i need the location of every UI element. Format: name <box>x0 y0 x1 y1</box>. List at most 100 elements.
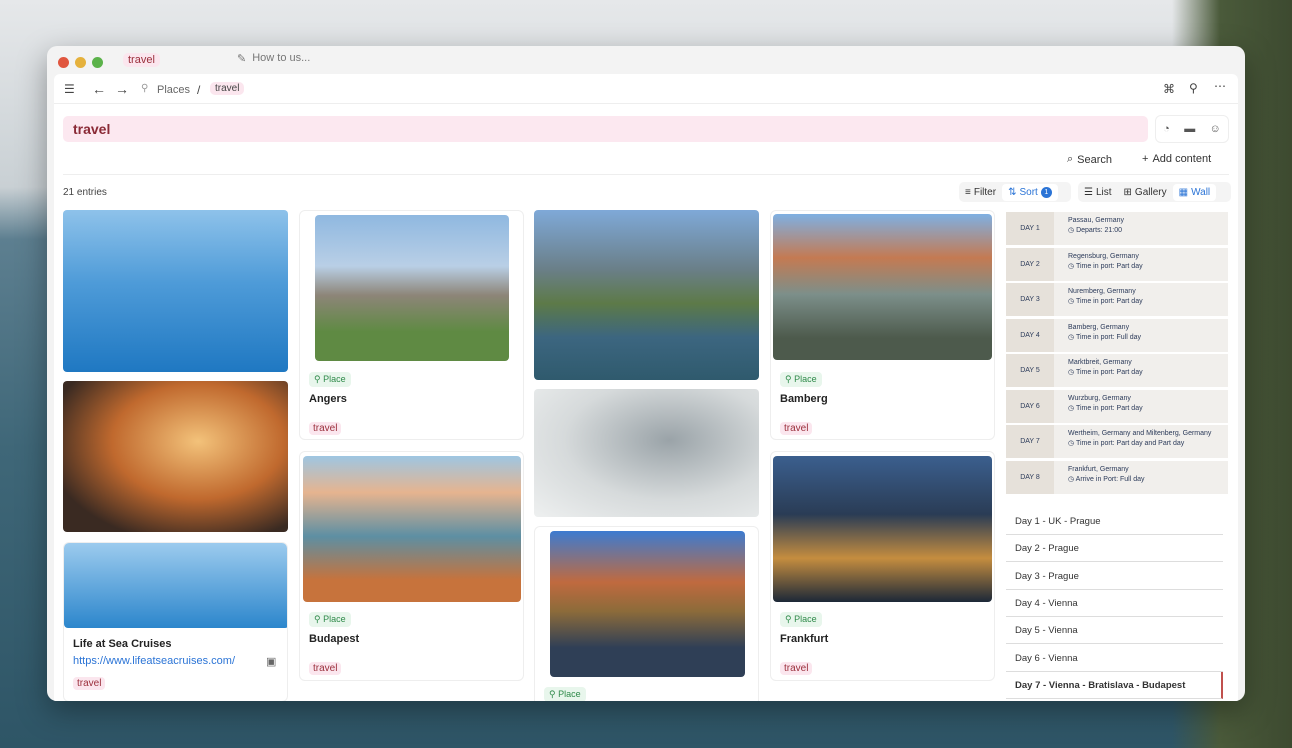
tag[interactable]: travel <box>73 677 106 690</box>
filter-sort-group: ≡ Filter ⇅ Sort 1 <box>959 182 1071 202</box>
day-label: DAY 1 <box>1006 212 1054 245</box>
card-title: Frankfurt <box>780 633 829 645</box>
itinerary-day: DAY 6 Wurzburg, Germany ◷ Time in port: Pa… <box>1006 389 1228 423</box>
day-list-item[interactable]: Day 2 - Prague <box>1006 535 1223 563</box>
place-image <box>315 215 509 361</box>
tab-travel[interactable]: travel <box>117 46 229 74</box>
place-image <box>550 531 745 677</box>
close-button[interactable] <box>58 57 69 68</box>
copy-icon[interactable]: ▣ <box>266 655 276 668</box>
more-icon[interactable]: ⋯ <box>1214 79 1226 93</box>
plus-icon: + <box>1142 153 1149 165</box>
tab-label: How to us... <box>252 52 311 64</box>
place-tag: ⚲ Place <box>544 687 586 701</box>
port-name: Passau, Germany <box>1068 217 1125 224</box>
day-list-item[interactable]: Day 6 - Vienna <box>1006 645 1223 672</box>
castle-image[interactable] <box>63 381 288 532</box>
palette-icon[interactable]: ◔ <box>1163 123 1170 135</box>
sort-label: Sort <box>1019 186 1038 198</box>
itinerary-day: DAY 8 Frankfurt, Germany ◷ Arrive in Port:… <box>1006 460 1228 494</box>
port-info: ◷ Time in port: Part day <box>1068 298 1143 305</box>
place-card-budapest[interactable]: ⚲ Place Budapest travel <box>299 451 524 681</box>
place-card-frankfurt[interactable]: ⚲ Place Frankfurt travel <box>770 451 995 681</box>
minimize-button[interactable] <box>75 57 86 68</box>
port-info: ◷ Time in port: Full day <box>1068 333 1142 341</box>
cruise-ship-image[interactable] <box>63 210 288 372</box>
page-title[interactable]: travel <box>63 116 1148 142</box>
itinerary-day: DAY 3 Nuremberg, Germany ◷ Time in port: P… <box>1006 283 1228 316</box>
tag[interactable]: travel <box>309 662 342 675</box>
day-list-item[interactable]: Day 3 - Prague <box>1006 563 1223 590</box>
wall-view-button[interactable]: ▦ Wall <box>1172 183 1217 201</box>
port-name: Regensburg, Germany <box>1068 252 1139 260</box>
card-title: Angers <box>309 393 347 405</box>
clock-icon: ◷ <box>1068 298 1076 305</box>
search-button[interactable]: ⌕ Search <box>1067 153 1112 166</box>
port-info: ◷ Arrive in Port: Full day <box>1068 475 1145 483</box>
itinerary-day: DAY 7 Wertheim, Germany and Miltenberg, G… <box>1006 425 1228 458</box>
port-name: Wurzburg, Germany <box>1068 394 1131 402</box>
place-card-bamberg[interactable]: ⚲ Place Bamberg travel <box>770 210 995 440</box>
tag[interactable]: travel <box>780 662 813 675</box>
day-list-item[interactable]: Day 1 - UK - Prague <box>1006 508 1223 535</box>
place-tag: ⚲ Place <box>780 372 822 387</box>
filter-icon: ≡ <box>965 186 971 198</box>
place-tag: ⚲ Place <box>309 372 351 387</box>
filter-button[interactable]: ≡ Filter <box>959 184 1002 201</box>
day-label: DAY 5 <box>1006 354 1054 387</box>
tag[interactable]: travel <box>780 422 813 435</box>
breadcrumb-places[interactable]: Places <box>157 84 190 96</box>
list-label: List <box>1095 186 1112 198</box>
day-label: DAY 8 <box>1006 460 1054 494</box>
port-name: Frankfurt, Germany <box>1068 465 1129 473</box>
tag[interactable]: travel <box>309 422 342 435</box>
card-title: Bamberg <box>780 393 828 405</box>
edit-icon: ✎ <box>237 53 247 65</box>
view-switcher: ☰ List ⊞ Gallery ▦ Wall <box>1078 182 1231 202</box>
clock-icon: ◷ <box>1068 227 1077 234</box>
hallstatt-image[interactable] <box>534 210 759 380</box>
place-card-nuremberg[interactable]: ⚲ Place <box>534 526 759 701</box>
comment-icon[interactable]: ▬ <box>1184 123 1195 135</box>
card-link[interactable]: https://www.lifeatseacruises.com/ <box>73 655 235 667</box>
clock-icon: ◷ <box>1068 440 1076 447</box>
place-tag: ⚲ Place <box>780 612 822 627</box>
add-label: Add content <box>1152 153 1212 165</box>
europe-map-image[interactable] <box>534 389 759 517</box>
title-tools: ◔ ▬ ☺ <box>1155 115 1229 143</box>
day-list-item[interactable]: Day 7 - Vienna - Bratislava - Budapest <box>1006 671 1223 699</box>
clock-icon: ◷ <box>1068 333 1076 341</box>
main-content: ☰ ← → ⚲ Places / travel ⌘ ⚲ ⋯ travel ◔ ▬ ☺… <box>54 74 1238 701</box>
day-list-item[interactable]: Day 5 - Vienna <box>1006 617 1223 645</box>
port-name: Wertheim, Germany and Miltenberg, German… <box>1068 430 1212 437</box>
emoji-icon[interactable]: ☺ <box>1210 123 1221 135</box>
breadcrumb-current[interactable]: travel <box>210 82 245 95</box>
forward-arrow-icon[interactable]: → <box>115 81 129 97</box>
clock-icon: ◷ <box>1068 262 1076 270</box>
back-arrow-icon[interactable]: ← <box>92 81 106 97</box>
day-list-item[interactable]: Day 4 - Vienna <box>1006 590 1223 617</box>
port-info: ◷ Time in port: Part day <box>1068 369 1143 376</box>
place-card-angers[interactable]: ⚲ Place Angers travel <box>299 210 524 440</box>
list-view-button[interactable]: ☰ List <box>1078 184 1118 201</box>
maximize-button[interactable] <box>92 57 103 68</box>
breadcrumb-separator: / <box>197 83 201 97</box>
day-label: DAY 4 <box>1006 318 1054 352</box>
gallery-view-button[interactable]: ⊞ Gallery <box>1118 184 1173 201</box>
add-content-button[interactable]: + Add content <box>1142 153 1211 165</box>
tab-label: travel <box>123 53 160 67</box>
clock-icon: ◷ <box>1068 369 1076 376</box>
day-label: DAY 3 <box>1006 283 1054 316</box>
cruise-card[interactable]: Life at Sea Cruises https://www.lifeatse… <box>63 542 288 701</box>
sidebar-toggle-icon[interactable]: ☰ <box>64 82 75 96</box>
port-name: Marktbreit, Germany <box>1068 359 1132 366</box>
day-label: DAY 2 <box>1006 247 1054 281</box>
day-label: DAY 6 <box>1006 389 1054 423</box>
sort-button[interactable]: ⇅ Sort 1 <box>1002 183 1058 201</box>
port-name: Nuremberg, Germany <box>1068 288 1136 295</box>
graph-icon[interactable]: ⌘ <box>1163 82 1175 96</box>
port-info: ◷ Time in port: Part day <box>1068 262 1143 270</box>
pin-icon[interactable]: ⚲ <box>1189 81 1198 95</box>
tab-how-to[interactable]: ✎ How to us... <box>237 52 310 65</box>
itinerary-day: DAY 1 Passau, Germany ◷ Departs: 21:00 <box>1006 212 1228 245</box>
